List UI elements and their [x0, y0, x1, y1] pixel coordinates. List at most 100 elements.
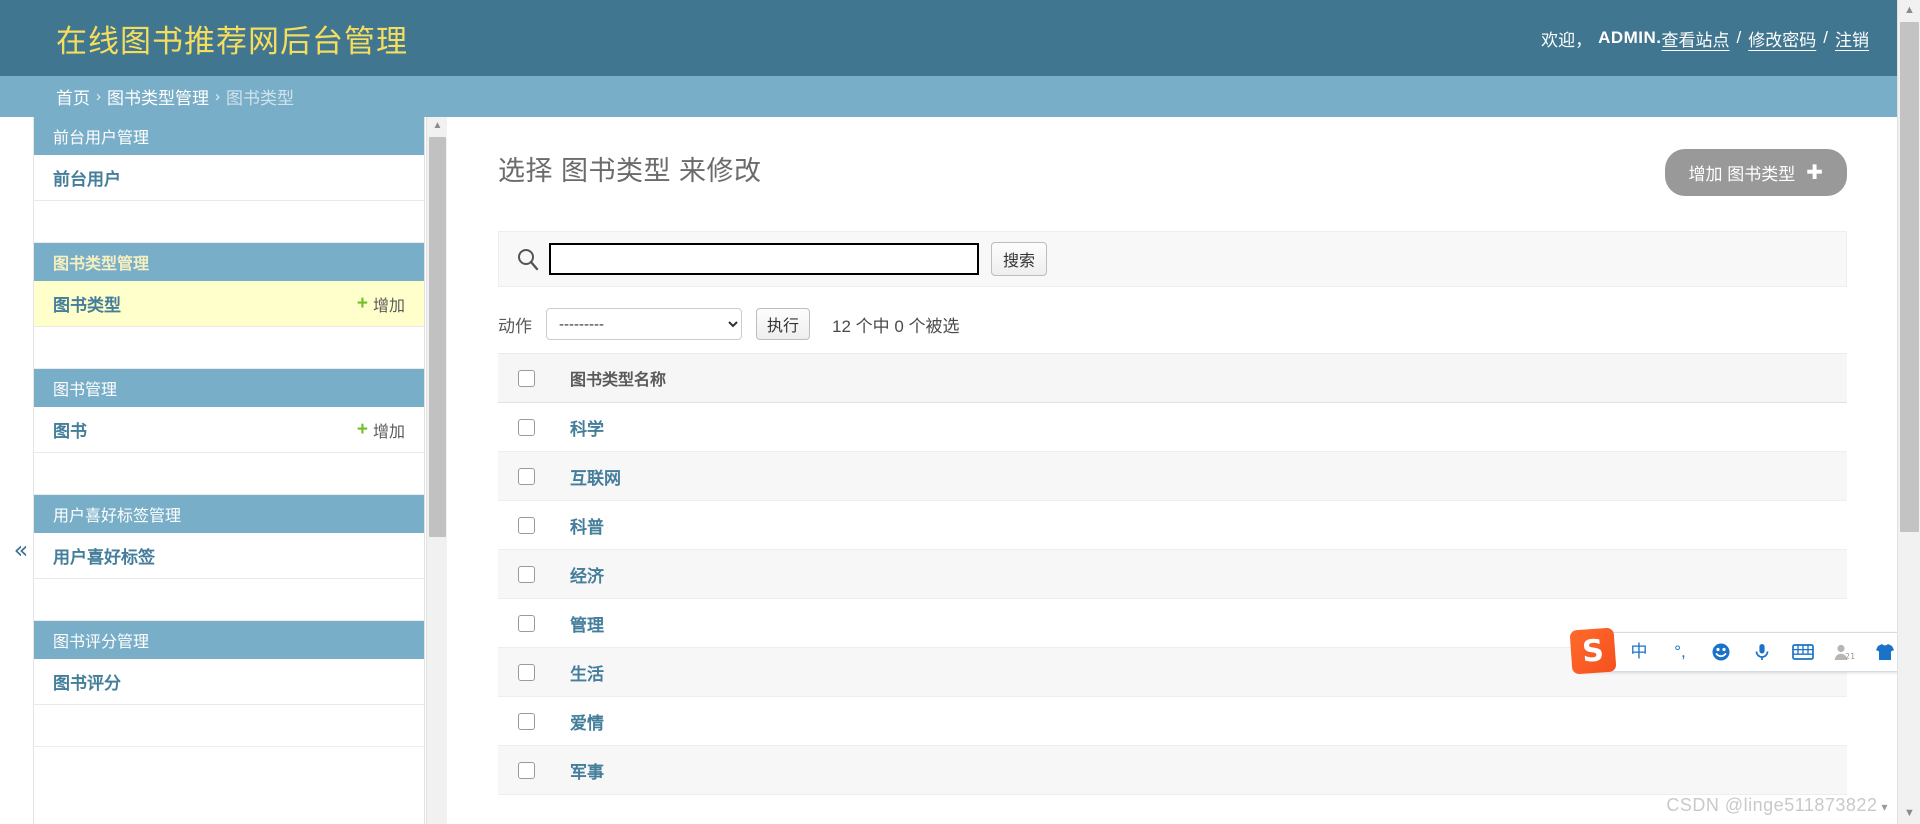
sidebar-add-book-link[interactable]: + 增加	[357, 418, 405, 442]
table-row[interactable]: 经济	[498, 549, 1847, 599]
row-checkbox[interactable]	[518, 565, 535, 583]
table-row[interactable]: 互联网	[498, 451, 1847, 501]
page-scrollbar-thumb[interactable]	[1900, 22, 1919, 532]
sidebar-item-label[interactable]: 图书评分	[53, 669, 121, 694]
sidebar-item-label[interactable]: 图书	[53, 417, 87, 442]
user-tools: 欢迎， ADMIN. 查看站点 / 修改密码 / 注销	[1541, 26, 1869, 51]
sidebar-item-label[interactable]: 图书类型	[53, 291, 121, 316]
sidebar-module-title[interactable]: 前台用户管理	[34, 117, 424, 155]
watermark-caret-icon: ▾	[1881, 800, 1888, 814]
row-link[interactable]: 管理	[570, 616, 604, 635]
page-root: 在线图书推荐网后台管理 欢迎， ADMIN. 查看站点 / 修改密码 / 注销 …	[0, 0, 1920, 824]
main-content: 选择 图书类型 来修改 增加 图书类型 ✚ 搜索 动作 --------- 执行…	[448, 117, 1897, 824]
site-header: 在线图书推荐网后台管理 欢迎， ADMIN. 查看站点 / 修改密码 / 注销	[0, 0, 1897, 76]
sidebar-module-title[interactable]: 图书评分管理	[34, 621, 424, 659]
action-select[interactable]: ---------	[546, 308, 742, 340]
row-link[interactable]: 爱情	[570, 714, 604, 733]
punctuation-icon[interactable]: °,	[1668, 642, 1692, 662]
add-book-type-button[interactable]: 增加 图书类型 ✚	[1664, 149, 1847, 196]
select-all-header	[498, 353, 544, 403]
scroll-up-arrow-icon[interactable]: ▲	[427, 121, 448, 131]
sidebar-item-frontend-user[interactable]: 前台用户	[34, 155, 424, 201]
row-link[interactable]: 经济	[570, 567, 604, 586]
row-select-cell	[498, 598, 544, 648]
row-name-cell: 爱情	[544, 696, 1847, 746]
row-select-cell	[498, 402, 544, 452]
sidebar-module-title[interactable]: 图书类型管理	[34, 243, 424, 281]
voice-input-icon[interactable]	[1750, 642, 1774, 662]
sidebar-module-book: 图书管理 图书 + 增加	[34, 369, 424, 453]
change-password-link[interactable]: 修改密码	[1748, 26, 1816, 51]
table-row[interactable]: 军事	[498, 745, 1847, 795]
sidebar-add-label: 增加	[372, 297, 405, 315]
sidebar-item-label[interactable]: 前台用户	[53, 165, 121, 190]
welcome-text: 欢迎，	[1541, 30, 1593, 50]
sidebar-module-title[interactable]: 用户喜好标签管理	[34, 495, 424, 533]
row-checkbox[interactable]	[518, 467, 535, 485]
table-header: 图书类型名称	[498, 353, 1847, 403]
breadcrumb: 首页 › 图书类型管理 › 图书类型	[0, 76, 1897, 117]
breadcrumb-item-current: 图书类型	[226, 89, 294, 108]
breadcrumb-item-home[interactable]: 首页	[56, 84, 90, 109]
row-link[interactable]: 生活	[570, 665, 604, 684]
row-link[interactable]: 科学	[570, 420, 604, 439]
row-link[interactable]: 军事	[570, 763, 604, 782]
sidebar-item-user-tag[interactable]: 用户喜好标签	[34, 533, 424, 579]
table-row[interactable]: 科普	[498, 500, 1847, 550]
row-name-cell: 互联网	[544, 451, 1847, 501]
page-title: 选择 图书类型 来修改	[498, 156, 762, 186]
row-checkbox[interactable]	[518, 712, 535, 730]
soft-keyboard-icon[interactable]	[1791, 643, 1815, 661]
sidebar-collapse-toggle-icon[interactable]: «	[8, 537, 34, 567]
table-row[interactable]: 爱情	[498, 696, 1847, 746]
chevron-right-icon-2: ›	[215, 88, 220, 105]
row-checkbox[interactable]	[518, 761, 535, 779]
breadcrumb-item-app[interactable]: 图书类型管理	[107, 84, 209, 109]
sidebar-item-book-type[interactable]: 图书类型 + 增加	[34, 281, 424, 327]
body-container: « 前台用户管理 前台用户 图书类型管理 图书类型 + 增加 图书管理 图书 +…	[0, 117, 1897, 824]
table-row[interactable]: 科学	[498, 402, 1847, 452]
watermark: CSDN @linge511873822 ▾	[1666, 795, 1888, 816]
row-link[interactable]: 互联网	[570, 469, 621, 488]
page-scroll-up-arrow-icon[interactable]: ▲	[1898, 5, 1920, 16]
sidebar-item-book-score[interactable]: 图书评分	[34, 659, 424, 705]
select-all-checkbox[interactable]	[518, 369, 535, 387]
search-submit-button[interactable]: 搜索	[991, 242, 1047, 276]
sogou-logo-icon[interactable]: S	[1569, 627, 1617, 675]
sidebar-item-label[interactable]: 用户喜好标签	[53, 543, 155, 568]
action-run-button[interactable]: 执行	[756, 308, 810, 340]
sidebar-scrollbar[interactable]: ▲	[426, 117, 447, 824]
sidebar-module-frontend-users: 前台用户管理 前台用户	[34, 117, 424, 201]
sidebar-add-book-type-link[interactable]: + 增加	[357, 292, 405, 316]
sidebar-scrollbar-thumb[interactable]	[429, 137, 446, 537]
add-button-label: 增加 图书类型	[1688, 165, 1796, 184]
row-checkbox[interactable]	[518, 663, 535, 681]
skin-icon[interactable]	[1873, 643, 1897, 661]
link-separator-1: /	[1736, 28, 1742, 47]
link-separator-2: /	[1823, 28, 1828, 47]
table-body: 科学 互联网 科普 经济 管理 生活 爱情 军事	[498, 402, 1847, 795]
row-checkbox[interactable]	[518, 516, 535, 534]
row-link[interactable]: 科普	[570, 518, 604, 537]
user-profile-icon[interactable]: 21	[1832, 643, 1856, 661]
selection-counter: 12 个中 0 个被选	[832, 316, 960, 336]
search-input[interactable]	[549, 243, 979, 275]
sidebar-gap-5	[34, 705, 424, 747]
watermark-text: CSDN @linge511873822	[1666, 795, 1878, 815]
row-checkbox[interactable]	[518, 418, 535, 436]
chinese-mode-icon[interactable]: 中	[1627, 642, 1651, 662]
page-scrollbar[interactable]: ▲ ▼	[1897, 0, 1920, 824]
row-name-cell: 科普	[544, 500, 1847, 550]
column-header-name[interactable]: 图书类型名称	[544, 353, 1847, 403]
sidebar-gap-3	[34, 453, 424, 495]
emoji-icon[interactable]	[1709, 642, 1733, 662]
view-site-link[interactable]: 查看站点	[1662, 26, 1730, 51]
row-checkbox[interactable]	[518, 614, 535, 632]
sidebar-item-book[interactable]: 图书 + 增加	[34, 407, 424, 453]
page-scroll-down-arrow-icon[interactable]: ▼	[1898, 808, 1920, 819]
plus-icon: +	[356, 418, 368, 440]
table-header-row: 图书类型名称	[498, 353, 1847, 403]
sidebar-module-title[interactable]: 图书管理	[34, 369, 424, 407]
logout-link[interactable]: 注销	[1835, 26, 1869, 51]
row-name-cell: 经济	[544, 549, 1847, 599]
